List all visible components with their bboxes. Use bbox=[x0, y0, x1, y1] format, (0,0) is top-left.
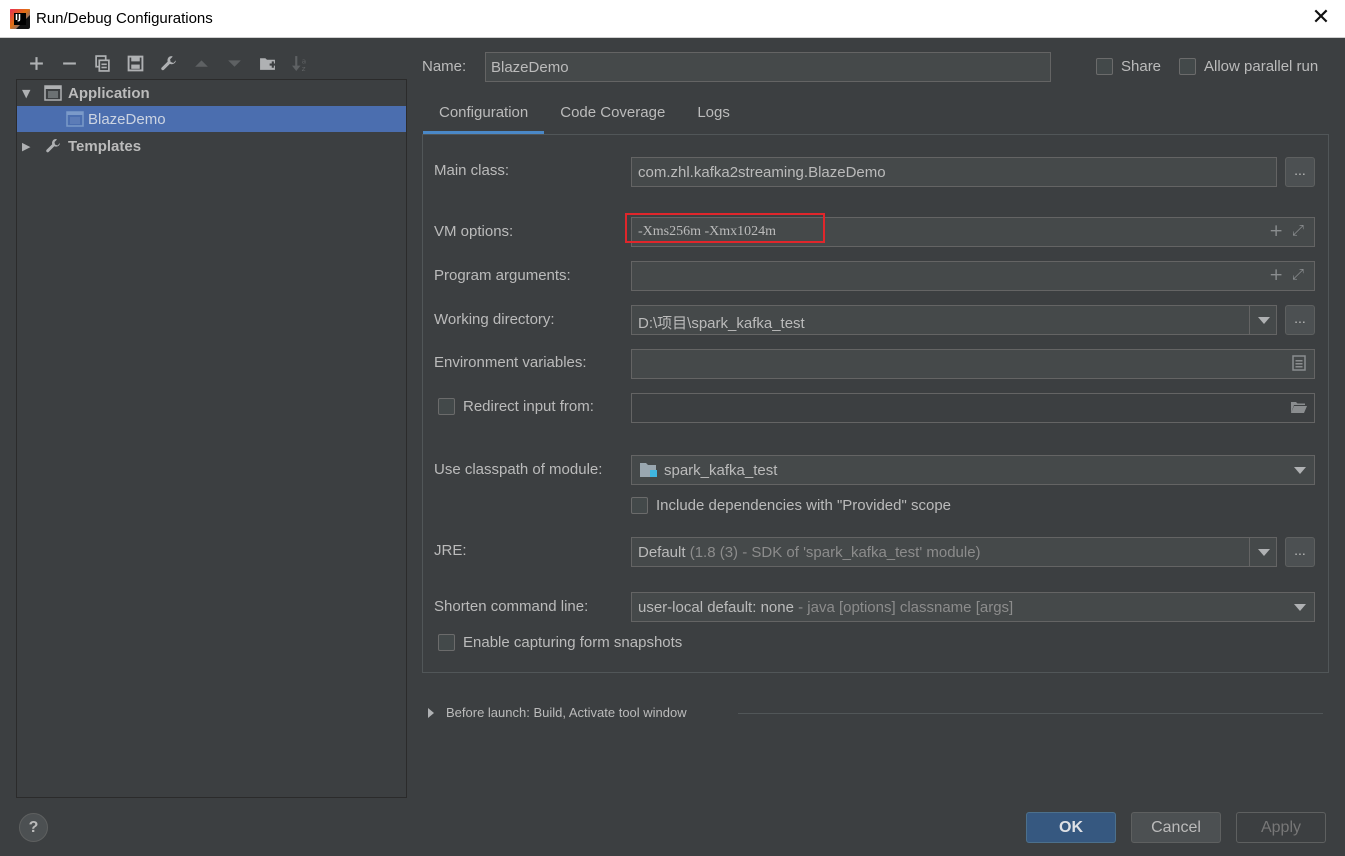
chevron-down-icon bbox=[1257, 316, 1270, 324]
chevron-down-icon bbox=[1257, 548, 1270, 556]
allow-parallel-label: Allow parallel run bbox=[1204, 58, 1319, 75]
jre-detail: (1.8 (3) - SDK of 'spark_kafka_test' mod… bbox=[685, 544, 981, 561]
working-directory-label: Working directory: bbox=[434, 311, 555, 328]
before-launch-label: Before launch: Build, Activate tool wind… bbox=[446, 705, 687, 720]
parallel-checkbox-group[interactable]: Allow parallel run bbox=[1179, 58, 1318, 75]
expand-arrow-icon[interactable]: ▼ bbox=[22, 87, 34, 100]
apply-button[interactable]: Apply bbox=[1236, 812, 1326, 843]
plus-icon[interactable]: + bbox=[1269, 221, 1283, 241]
tab-logs[interactable]: Logs bbox=[681, 98, 746, 134]
tree-node-templates[interactable]: ▶ Templates bbox=[17, 133, 406, 159]
wrench-icon[interactable] bbox=[152, 52, 185, 74]
jre-dropdown[interactable] bbox=[1249, 537, 1277, 567]
collapse-arrow-icon[interactable]: ▶ bbox=[22, 140, 34, 153]
include-dependencies-group[interactable]: Include dependencies with "Provided" sco… bbox=[631, 497, 951, 514]
tab-bar: Configuration Code Coverage Logs bbox=[423, 98, 746, 134]
config-toolbar: az bbox=[20, 52, 317, 74]
include-dependencies-label: Include dependencies with "Provided" sco… bbox=[656, 497, 952, 514]
plus-icon[interactable] bbox=[20, 52, 53, 74]
enable-snapshots-checkbox[interactable] bbox=[438, 634, 455, 651]
expand-icon[interactable]: ⤢ bbox=[1292, 265, 1304, 283]
environment-variables-label: Environment variables: bbox=[434, 354, 587, 371]
vm-options-label: VM options: bbox=[434, 223, 514, 240]
config-tree: ▼ Application BlazeDemo ▶ Templates bbox=[16, 79, 407, 798]
tab-code-coverage[interactable]: Code Coverage bbox=[544, 98, 681, 134]
edit-list-icon[interactable] bbox=[1292, 355, 1306, 371]
jre-browse-button[interactable]: ... bbox=[1285, 537, 1315, 567]
help-button[interactable]: ? bbox=[19, 813, 48, 842]
tab-configuration[interactable]: Configuration bbox=[423, 98, 545, 134]
redirect-input-checkbox[interactable] bbox=[438, 398, 455, 415]
include-dependencies-checkbox[interactable] bbox=[631, 497, 648, 514]
highlight-box bbox=[625, 213, 825, 243]
tree-label-templates: Templates bbox=[68, 137, 142, 155]
name-label: Name: bbox=[422, 58, 467, 75]
expand-icon[interactable]: ⤢ bbox=[1292, 221, 1304, 239]
shorten-command-line-dropdown[interactable] bbox=[1286, 592, 1314, 622]
allow-parallel-checkbox[interactable] bbox=[1179, 58, 1196, 75]
ok-button[interactable]: OK bbox=[1026, 812, 1116, 843]
chevron-down-icon bbox=[1294, 466, 1306, 474]
program-arguments-input[interactable] bbox=[631, 261, 1315, 291]
working-directory-combo[interactable]: D:\项目\spark_kafka_test bbox=[631, 305, 1277, 335]
copy-icon[interactable] bbox=[86, 52, 119, 74]
environment-variables-input[interactable] bbox=[631, 349, 1315, 379]
classpath-module-label: Use classpath of module: bbox=[434, 461, 603, 478]
tree-label-blazedemo: BlazeDemo bbox=[88, 110, 166, 128]
before-launch-section[interactable]: Before launch: Build, Activate tool wind… bbox=[428, 705, 1323, 720]
window-title: Run/Debug Configurations bbox=[36, 10, 213, 27]
jre-value: Default bbox=[638, 544, 686, 561]
plus-icon[interactable]: + bbox=[1269, 265, 1283, 285]
redirect-input-group[interactable]: Redirect input from: bbox=[438, 398, 594, 415]
share-label: Share bbox=[1121, 58, 1162, 75]
module-folder-icon bbox=[640, 463, 657, 477]
main-class-browse-button[interactable]: ... bbox=[1285, 157, 1315, 187]
close-icon[interactable]: ✕ bbox=[1311, 7, 1331, 29]
classpath-module-dropdown[interactable] bbox=[1286, 455, 1314, 485]
program-arguments-label: Program arguments: bbox=[434, 267, 571, 284]
jre-label: JRE: bbox=[434, 542, 467, 559]
shorten-value: user-local default: none bbox=[638, 599, 794, 616]
redirect-input-label: Redirect input from: bbox=[463, 398, 594, 415]
application-config-icon bbox=[66, 111, 84, 127]
application-icon bbox=[44, 85, 62, 101]
shorten-detail: - java [options] classname [args] bbox=[793, 599, 1014, 616]
divider bbox=[738, 713, 1323, 714]
tree-node-application[interactable]: ▼ Application bbox=[17, 80, 406, 106]
shorten-command-line-label: Shorten command line: bbox=[434, 598, 589, 615]
name-input[interactable]: BlazeDemo bbox=[485, 52, 1051, 82]
redirect-input-field[interactable] bbox=[631, 393, 1315, 423]
cancel-button[interactable]: Cancel bbox=[1131, 812, 1221, 843]
main-class-input[interactable]: com.zhl.kafka2streaming.BlazeDemo bbox=[631, 157, 1277, 187]
share-checkbox-group[interactable]: Share bbox=[1096, 58, 1161, 75]
save-icon[interactable] bbox=[119, 52, 152, 74]
minus-icon[interactable] bbox=[53, 52, 86, 74]
classpath-module-combo[interactable]: spark_kafka_test bbox=[631, 455, 1315, 485]
title-bar: IJ Run/Debug Configurations ✕ bbox=[0, 0, 1345, 38]
expand-arrow-icon[interactable] bbox=[428, 707, 434, 718]
jre-combo[interactable]: Default (1.8 (3) - SDK of 'spark_kafka_t… bbox=[631, 537, 1277, 567]
working-directory-browse-button[interactable]: ... bbox=[1285, 305, 1315, 335]
sort-icon[interactable]: az bbox=[284, 52, 317, 74]
enable-snapshots-label: Enable capturing form snapshots bbox=[463, 634, 683, 651]
svg-text:z: z bbox=[302, 63, 306, 71]
shorten-command-line-combo[interactable]: user-local default: none - java [options… bbox=[631, 592, 1315, 622]
share-checkbox[interactable] bbox=[1096, 58, 1113, 75]
arrow-down-icon[interactable] bbox=[218, 52, 251, 74]
main-class-label: Main class: bbox=[434, 162, 510, 179]
tree-node-blazedemo[interactable]: BlazeDemo bbox=[17, 106, 406, 132]
chevron-down-icon bbox=[1294, 603, 1306, 611]
folder-open-icon[interactable] bbox=[1290, 400, 1308, 414]
tree-label-application: Application bbox=[68, 84, 150, 102]
working-directory-dropdown[interactable] bbox=[1249, 305, 1277, 335]
arrow-up-icon[interactable] bbox=[185, 52, 218, 74]
snapshots-group[interactable]: Enable capturing form snapshots bbox=[438, 634, 682, 651]
intellij-app-icon: IJ bbox=[10, 9, 30, 29]
new-folder-icon[interactable] bbox=[251, 52, 284, 74]
wrench-icon bbox=[46, 139, 60, 153]
